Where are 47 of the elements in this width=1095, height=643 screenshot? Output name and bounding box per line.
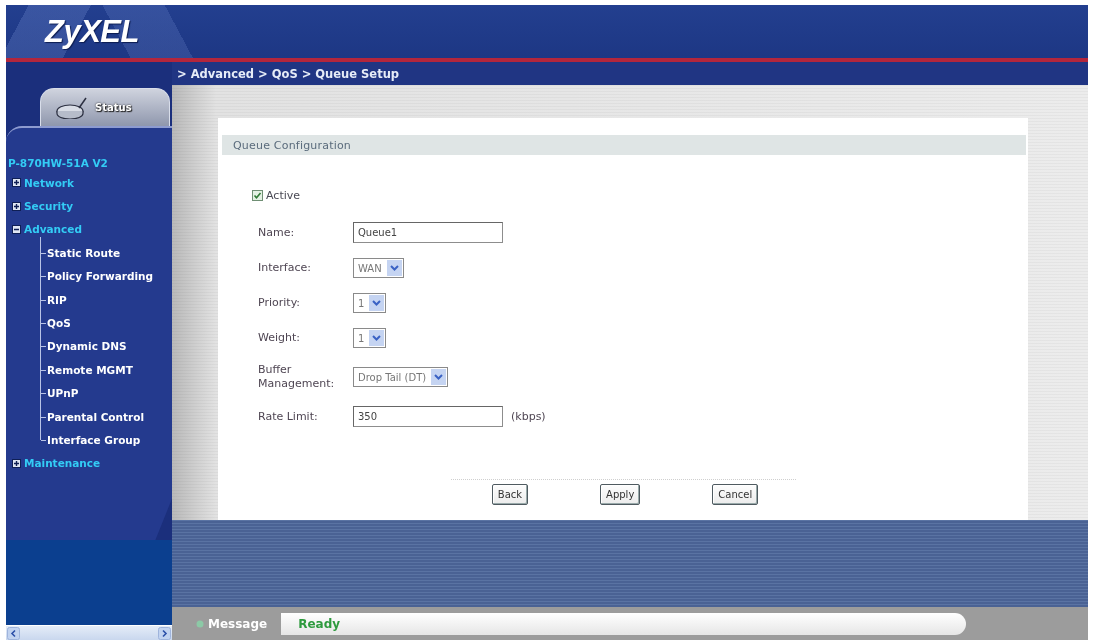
breadcrumb: > Advanced > QoS > Queue Setup — [177, 66, 400, 81]
text-field[interactable]: 350 — [353, 406, 503, 427]
nav-subitem[interactable]: Static Route — [41, 241, 121, 265]
dropdown[interactable]: WAN — [353, 258, 404, 278]
nav-item[interactable]: Network — [6, 171, 74, 195]
nav-subitem[interactable]: Parental Control — [41, 404, 145, 429]
plus-box-icon[interactable] — [12, 201, 21, 211]
nav-subitem[interactable]: UPnP — [41, 381, 79, 405]
field-label: Buffer Management: — [258, 363, 336, 391]
field-label: Rate Limit: — [258, 409, 318, 424]
nav-subitem[interactable]: Remote MGMT — [41, 358, 133, 382]
nav-item[interactable]: Security — [6, 194, 74, 218]
nav-subitem[interactable]: RIP — [41, 287, 67, 312]
message-field: Ready — [281, 612, 967, 635]
section-header: Queue Configuration — [222, 135, 1026, 155]
unit-label: (kbps) — [511, 410, 546, 423]
checkbox-label: Active — [266, 189, 301, 202]
status-dot-icon — [196, 619, 204, 628]
router-icon — [55, 96, 89, 119]
form-button[interactable]: Apply — [600, 484, 641, 505]
nav-item[interactable]: Maintenance — [6, 451, 101, 476]
checkmark-icon — [253, 191, 262, 200]
dropdown[interactable]: Drop Tail (DT) — [353, 367, 449, 387]
form-button[interactable]: Back — [491, 484, 529, 505]
field-label: Interface: — [258, 261, 311, 275]
logo: ZyXEL — [45, 13, 139, 50]
plus-box-icon[interactable] — [12, 178, 21, 188]
field-label: Priority: — [258, 296, 301, 310]
scroll-left-icon[interactable] — [7, 626, 20, 640]
device-model: P-870HW-51A V2 — [7, 156, 108, 171]
status-label: Message — [208, 616, 268, 631]
dropdown[interactable]: 1 — [353, 293, 387, 313]
nav-subitem[interactable]: Dynamic DNS — [41, 334, 127, 359]
form-button[interactable]: Cancel — [712, 484, 759, 505]
nav-item[interactable]: Advanced — [6, 217, 82, 242]
text-field[interactable]: Queue1 — [353, 222, 503, 243]
field-label: Name: — [258, 225, 295, 240]
scroll-right-icon[interactable] — [158, 626, 171, 640]
dropdown[interactable]: 1 — [353, 328, 387, 348]
checkbox[interactable] — [252, 190, 263, 201]
nav-subitem[interactable]: Interface Group — [41, 428, 141, 452]
nav-subitem[interactable]: QoS — [41, 311, 71, 335]
nav-subitem[interactable]: Policy Forwarding — [41, 264, 154, 288]
horizontal-scrollbar[interactable] — [6, 625, 172, 640]
field-label: Weight: — [258, 331, 301, 345]
plus-box-icon[interactable] — [12, 458, 21, 468]
minus-box-icon[interactable] — [12, 224, 21, 234]
